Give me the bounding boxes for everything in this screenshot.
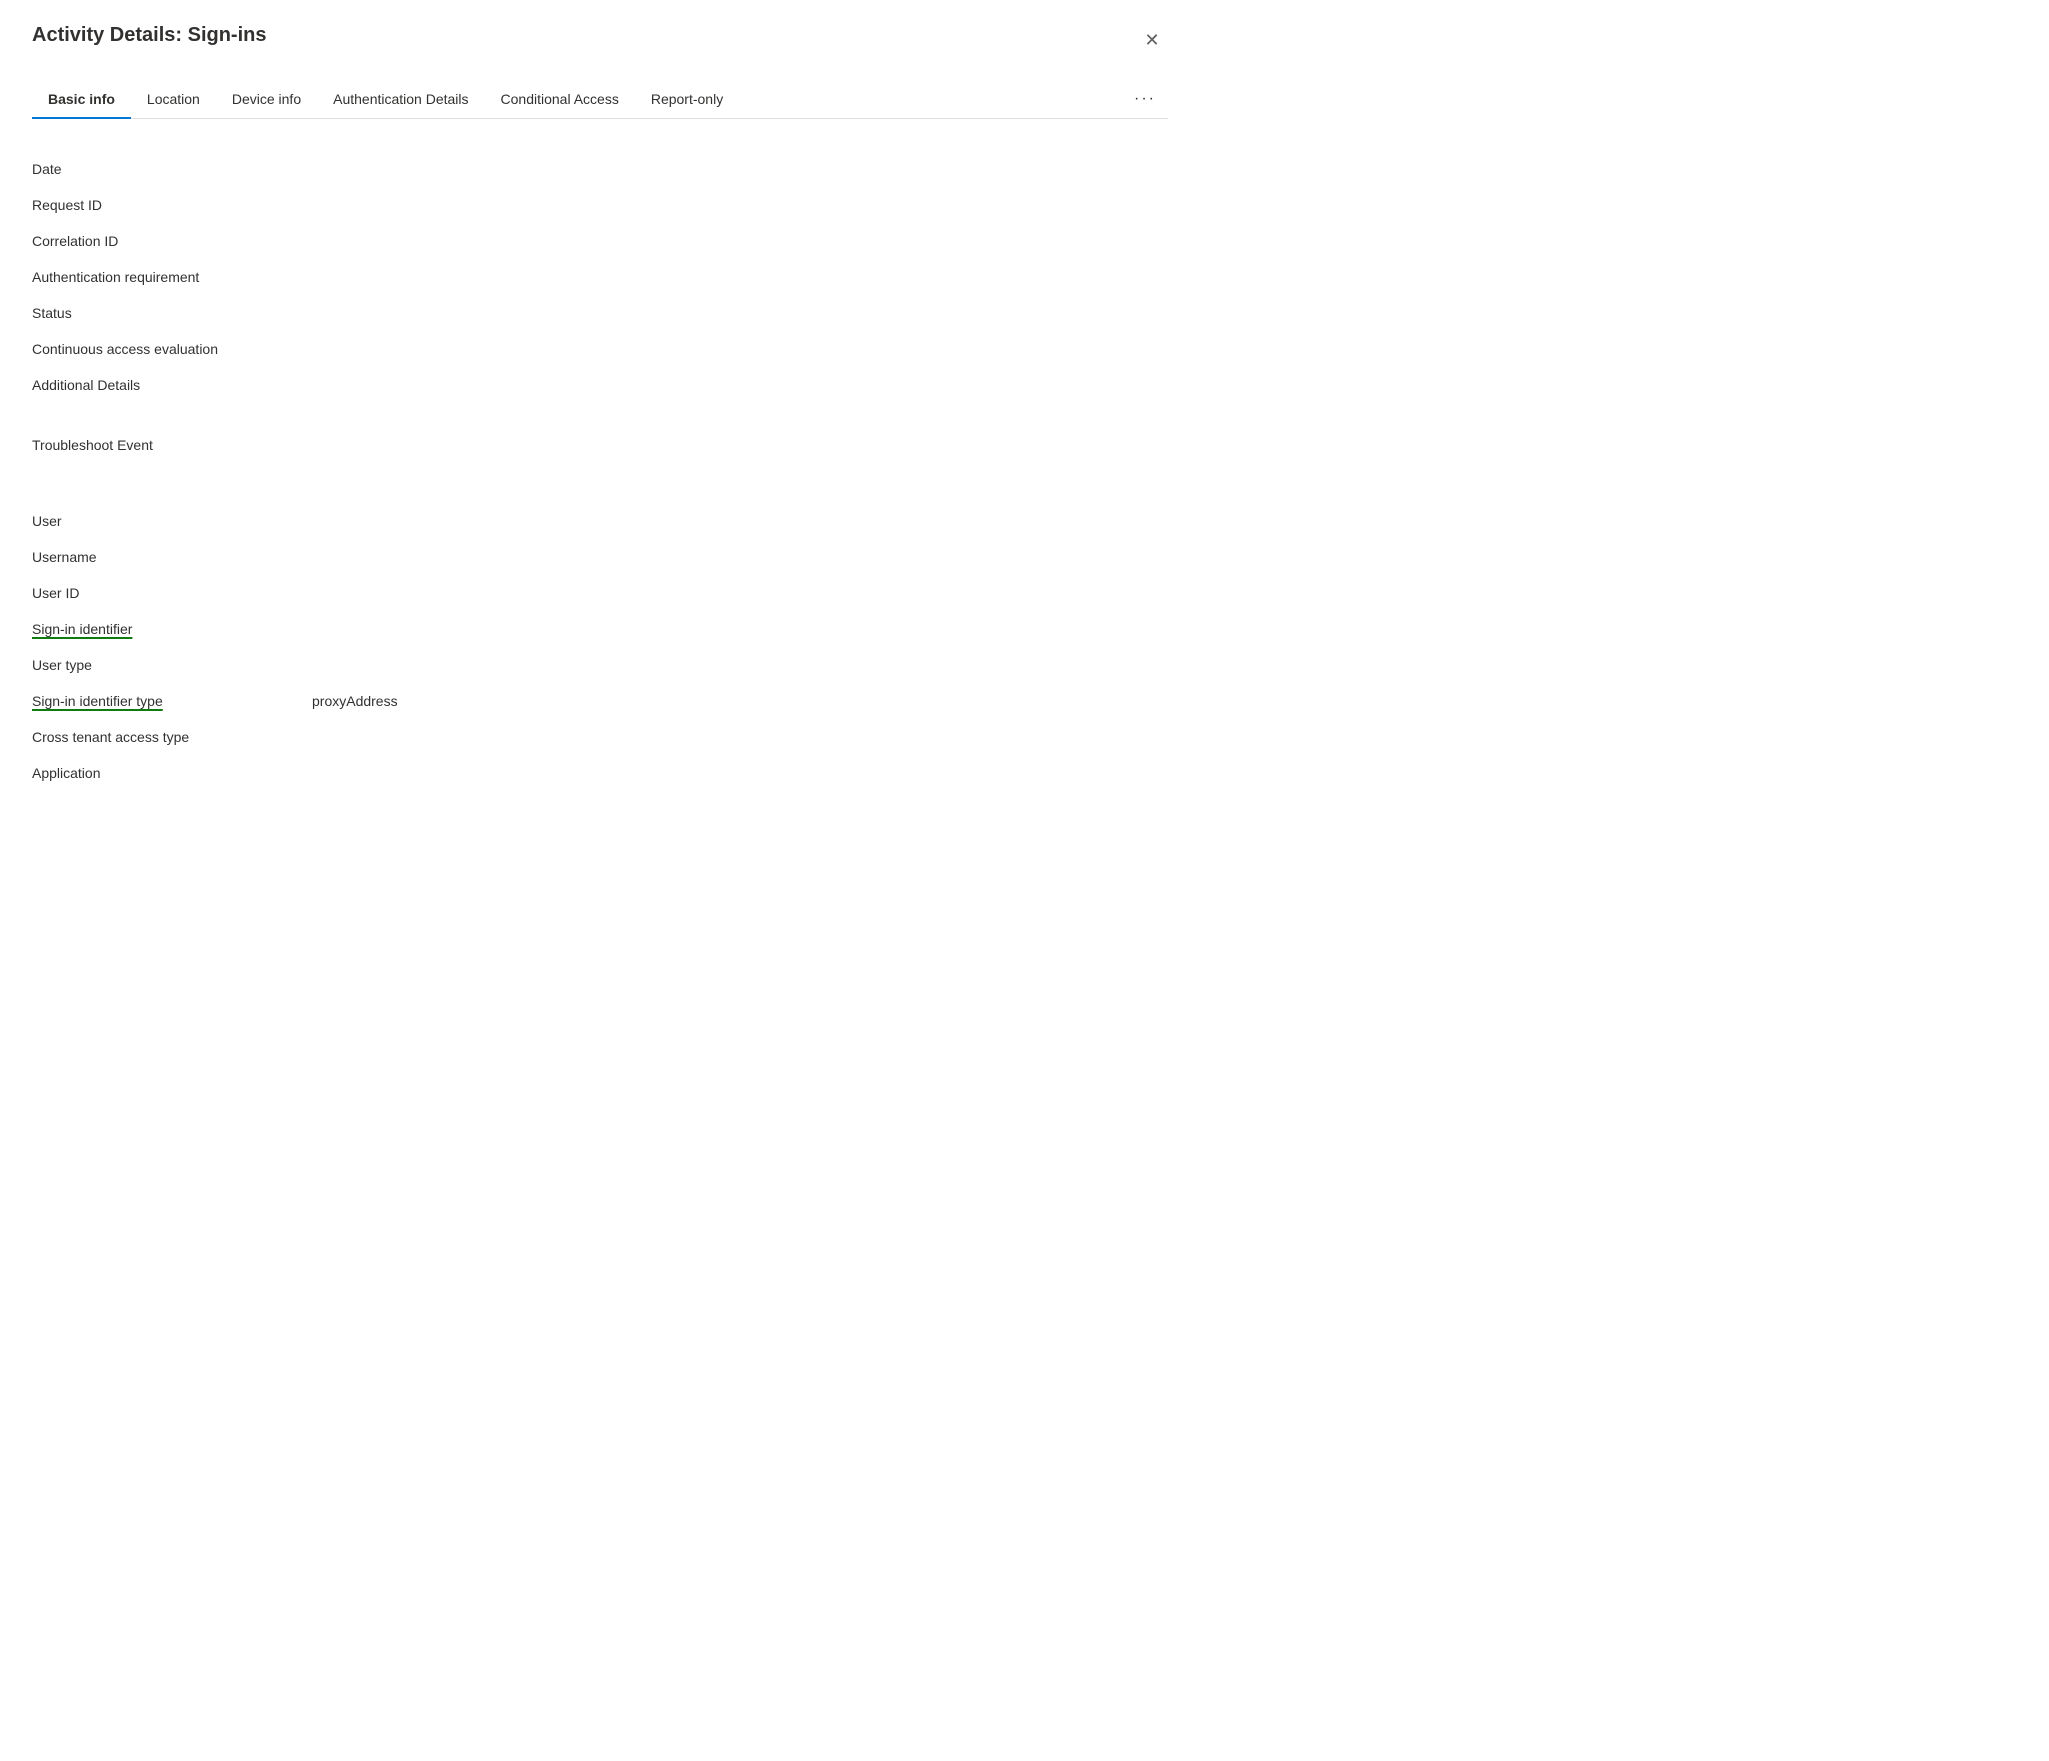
spacer-1 [32, 403, 1168, 427]
value-sign-in-identifier-type: proxyAddress [312, 693, 398, 709]
spacer-2 [32, 463, 1168, 487]
field-row-additional-details: Additional Details [32, 367, 1168, 403]
label-additional-details: Additional Details [32, 377, 312, 393]
label-date: Date [32, 161, 312, 177]
field-row-user-type: User type [32, 647, 1168, 683]
field-row-sign-in-identifier-type: Sign-in identifier type proxyAddress [32, 683, 1168, 719]
label-troubleshoot: Troubleshoot Event [32, 437, 312, 453]
close-button[interactable]: ✕ [1136, 24, 1168, 56]
field-row-application: Application [32, 755, 1168, 791]
label-sign-in-identifier-type: Sign-in identifier type [32, 693, 312, 709]
label-correlation-id: Correlation ID [32, 233, 312, 249]
tab-conditional-access[interactable]: Conditional Access [485, 81, 635, 119]
field-row-troubleshoot: Troubleshoot Event [32, 427, 1168, 463]
tab-bar: Basic info Location Device info Authenti… [32, 80, 1168, 119]
tab-device-info[interactable]: Device info [216, 81, 317, 119]
dialog-title: Activity Details: Sign-ins [32, 24, 267, 47]
field-row-request-id: Request ID [32, 187, 1168, 223]
label-user: User [32, 513, 312, 529]
label-status: Status [32, 305, 312, 321]
label-user-id: User ID [32, 585, 312, 601]
activity-details-dialog: Activity Details: Sign-ins ✕ Basic info … [0, 0, 1200, 900]
tab-location[interactable]: Location [131, 81, 216, 119]
field-row-user: User [32, 503, 1168, 539]
label-cross-tenant-access-type: Cross tenant access type [32, 729, 312, 745]
field-row-date: Date [32, 151, 1168, 187]
label-application: Application [32, 765, 312, 781]
section-divider [32, 487, 1168, 503]
field-row-cross-tenant-access-type: Cross tenant access type [32, 719, 1168, 755]
label-request-id: Request ID [32, 197, 312, 213]
tab-more-button[interactable]: ··· [1122, 80, 1168, 118]
label-user-type: User type [32, 657, 312, 673]
label-username: Username [32, 549, 312, 565]
field-row-continuous-access: Continuous access evaluation [32, 331, 1168, 367]
tab-authentication-details[interactable]: Authentication Details [317, 81, 484, 119]
field-row-auth-requirement: Authentication requirement [32, 259, 1168, 295]
label-auth-requirement: Authentication requirement [32, 269, 312, 285]
content-area: Date Request ID Correlation ID Authentic… [32, 143, 1168, 799]
field-row-user-id: User ID [32, 575, 1168, 611]
label-sign-in-identifier: Sign-in identifier [32, 621, 312, 637]
tab-basic-info[interactable]: Basic info [32, 81, 131, 119]
field-row-correlation-id: Correlation ID [32, 223, 1168, 259]
label-continuous-access: Continuous access evaluation [32, 341, 312, 357]
field-row-username: Username [32, 539, 1168, 575]
field-row-sign-in-identifier: Sign-in identifier [32, 611, 1168, 647]
field-row-status: Status [32, 295, 1168, 331]
dialog-header: Activity Details: Sign-ins ✕ [32, 24, 1168, 56]
tab-report-only[interactable]: Report-only [635, 81, 739, 119]
